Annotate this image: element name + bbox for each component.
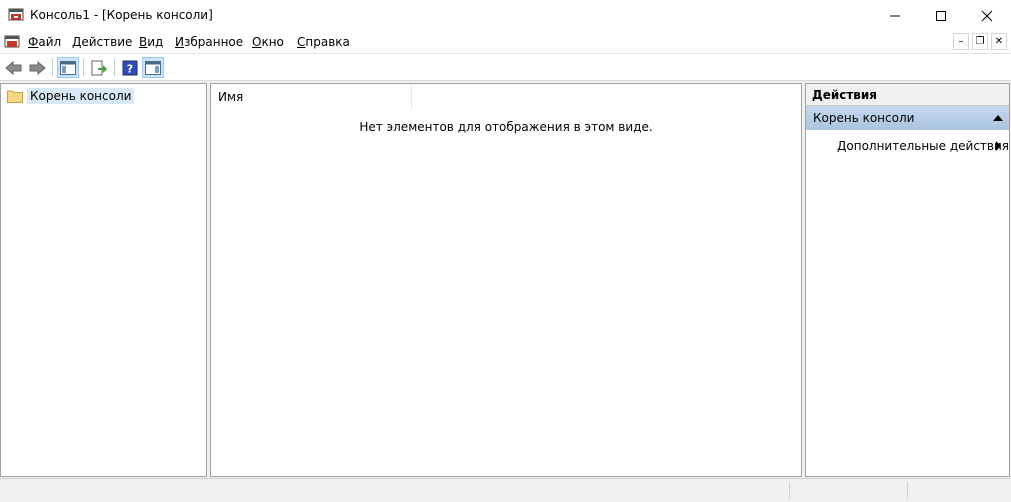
child-restore-button[interactable]: ❐: [972, 33, 988, 50]
minimize-button[interactable]: [872, 0, 918, 31]
close-button[interactable]: [964, 0, 1010, 31]
maximize-button[interactable]: [918, 0, 964, 31]
actions-pane: Действия Корень консоли Дополнительные д…: [805, 83, 1010, 477]
restore-icon: ❐: [975, 36, 985, 47]
svg-text:?: ?: [127, 62, 133, 75]
tree-item-label: Корень консоли: [27, 88, 135, 104]
actions-group-console-root[interactable]: Корень консоли: [806, 106, 1009, 130]
menu-favorites[interactable]: Избранное: [175, 35, 243, 49]
status-separator: [907, 482, 908, 499]
child-close-button[interactable]: ✕: [991, 33, 1007, 50]
column-header-label: Имя: [218, 90, 244, 104]
menu-bar: Файл Действие Вид Избранное Окно Справка: [0, 31, 1011, 53]
mmc-console-icon: [8, 8, 24, 21]
show-hide-action-pane-icon: [145, 60, 161, 75]
collapse-arrow-icon[interactable]: [993, 115, 1003, 121]
help-button[interactable]: ?: [119, 57, 141, 78]
forward-button[interactable]: [26, 57, 48, 78]
toolbar: ?: [0, 53, 1011, 81]
empty-list-message: Нет элементов для отображения в этом вид…: [359, 120, 653, 134]
folder-icon: [7, 90, 23, 103]
back-button[interactable]: [3, 57, 25, 78]
close-icon: ✕: [994, 36, 1004, 47]
status-separator: [789, 482, 790, 499]
toolbar-separator: [114, 59, 115, 76]
minimize-icon: –: [958, 36, 964, 47]
status-bar: [0, 478, 1011, 502]
export-list-button[interactable]: [88, 57, 110, 78]
export-list-icon: [91, 60, 107, 75]
actions-group-label: Корень консоли: [813, 111, 915, 125]
tree-item-console-root[interactable]: Корень консоли: [7, 88, 135, 104]
window-title: Консоль1 - [Корень консоли]: [30, 8, 213, 22]
menu-action[interactable]: Действие: [72, 35, 132, 49]
tree-pane: Корень консоли: [0, 83, 207, 477]
toolbar-separator: [52, 59, 53, 76]
forward-arrow-icon: [29, 60, 46, 75]
menu-window[interactable]: Окно: [252, 35, 284, 49]
show-hide-tree-icon: [60, 60, 76, 75]
close-icon: [981, 10, 993, 21]
show-hide-tree-button[interactable]: [57, 57, 79, 78]
column-header-name[interactable]: Имя: [211, 84, 412, 109]
actions-pane-title: Действия: [806, 84, 1009, 106]
menu-help[interactable]: Справка: [297, 35, 350, 49]
back-arrow-icon: [5, 60, 22, 75]
actions-title-label: Действия: [812, 88, 878, 102]
menu-view[interactable]: Вид: [139, 35, 163, 49]
title-bar: Консоль1 - [Корень консоли]: [0, 0, 1011, 31]
console-system-menu-icon[interactable]: [4, 34, 20, 50]
toolbar-separator: [83, 59, 84, 76]
child-minimize-button[interactable]: –: [953, 33, 969, 50]
menu-file[interactable]: Файл: [28, 35, 61, 49]
maximize-icon: [936, 10, 946, 21]
show-hide-action-pane-button[interactable]: [142, 57, 164, 78]
action-more-actions[interactable]: Дополнительные действия: [837, 139, 1009, 153]
submenu-arrow-icon[interactable]: [996, 141, 1001, 151]
results-pane: Имя Нет элементов для отображения в этом…: [210, 83, 802, 477]
minimize-icon: [890, 15, 900, 16]
help-icon: ?: [122, 60, 138, 75]
